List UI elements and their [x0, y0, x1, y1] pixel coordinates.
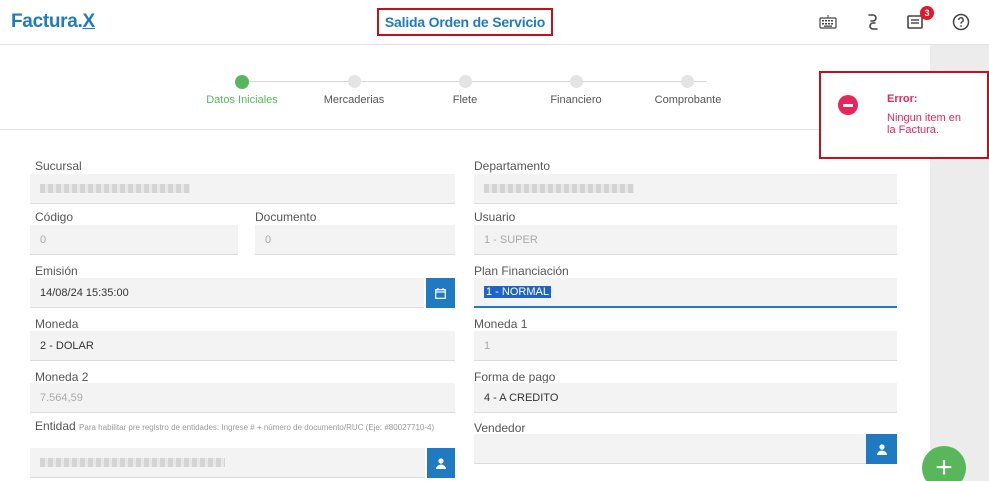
moneda1-label: Moneda 1 [474, 317, 528, 331]
step-dot-datos-iniciales[interactable] [235, 75, 249, 89]
entidad-search-button[interactable] [427, 448, 455, 478]
page-title: Salida Orden de Servicio [377, 8, 553, 36]
user-icon [436, 457, 446, 469]
departamento-field[interactable] [474, 174, 897, 204]
codigo-field[interactable]: 0 [30, 225, 238, 255]
keyboard-icon[interactable] [818, 12, 838, 32]
entidad-hint: Para habilitar pre registro de entidades… [79, 423, 435, 432]
logo-x: X [82, 11, 96, 32]
moneda-field[interactable]: 2 - DOLAR [30, 331, 455, 361]
wizard-stepper: Datos Iniciales Mercaderias Flete Financ… [0, 45, 930, 130]
logo-text: Factura [11, 11, 78, 32]
sucursal-field[interactable] [30, 174, 455, 204]
vendedor-field[interactable] [474, 434, 866, 464]
error-toast[interactable]: Error: Ningun item en la Factura. [819, 71, 989, 159]
step-datos-iniciales[interactable]: Datos Iniciales [187, 94, 297, 106]
forma-pago-field[interactable]: 4 - A CREDITO [474, 383, 897, 413]
codigo-label: Código [35, 210, 74, 224]
step-flete[interactable]: Flete [410, 94, 520, 106]
departamento-label: Departamento [474, 159, 551, 173]
forma-pago-label: Forma de pago [474, 370, 556, 384]
entidad-value-redacted [40, 458, 225, 467]
plus-icon: + [935, 451, 953, 481]
step-financiero[interactable]: Financiero [521, 94, 631, 106]
notifications-badge: 3 [920, 6, 934, 20]
error-icon [838, 95, 858, 115]
error-message: Ningun item en la Factura. [887, 112, 961, 136]
link-icon[interactable] [863, 12, 883, 32]
step-dot-mercaderias[interactable] [348, 75, 361, 88]
entidad-label: Entidad Para habilitar pre registro de e… [35, 419, 455, 433]
usuario-label: Usuario [474, 210, 516, 224]
sucursal-label: Sucursal [35, 159, 82, 173]
plan-financiacion-value: 1 - NORMAL [484, 286, 551, 298]
app-logo[interactable]: Factura.X [11, 11, 95, 33]
main-panel: Datos Iniciales Mercaderias Flete Financ… [0, 45, 930, 481]
sucursal-value-redacted [40, 184, 190, 193]
step-dot-financiero[interactable] [570, 75, 583, 88]
vendedor-search-button[interactable] [866, 434, 897, 464]
documento-field[interactable]: 0 [255, 225, 455, 255]
page-title-text: Salida Orden de Servicio [384, 14, 546, 30]
usuario-field[interactable]: 1 - SUPER [474, 225, 897, 255]
calendar-icon [435, 287, 446, 299]
plan-financiacion-field[interactable]: 1 - NORMAL [474, 278, 897, 308]
entidad-field[interactable] [30, 448, 425, 478]
step-mercaderias[interactable]: Mercaderias [299, 94, 409, 106]
moneda2-field[interactable]: 7.564,59 [30, 383, 455, 413]
emision-label: Emisión [35, 264, 78, 278]
step-dot-flete[interactable] [459, 75, 472, 88]
step-dot-comprobante[interactable] [681, 75, 694, 88]
top-bar: Factura.X Salida Orden de Servicio 3 [0, 0, 989, 45]
moneda-label: Moneda [35, 317, 79, 331]
entidad-label-text: Entidad [35, 419, 76, 433]
user-icon [876, 443, 887, 455]
error-title: Error: [887, 93, 918, 105]
departamento-value-redacted [484, 184, 634, 193]
step-comprobante[interactable]: Comprobante [633, 94, 743, 106]
plan-financiacion-label: Plan Financiación [474, 264, 569, 278]
moneda2-label: Moneda 2 [35, 370, 89, 384]
emision-field[interactable]: 14/08/24 15:35:00 [30, 278, 424, 308]
documento-label: Documento [255, 210, 317, 224]
help-icon[interactable] [951, 12, 971, 32]
moneda1-field[interactable]: 1 [474, 331, 897, 361]
calendar-button[interactable] [426, 278, 455, 308]
stepper-line [242, 81, 707, 82]
vendedor-label: Vendedor [474, 421, 526, 435]
notifications-icon[interactable]: 3 [906, 6, 934, 32]
